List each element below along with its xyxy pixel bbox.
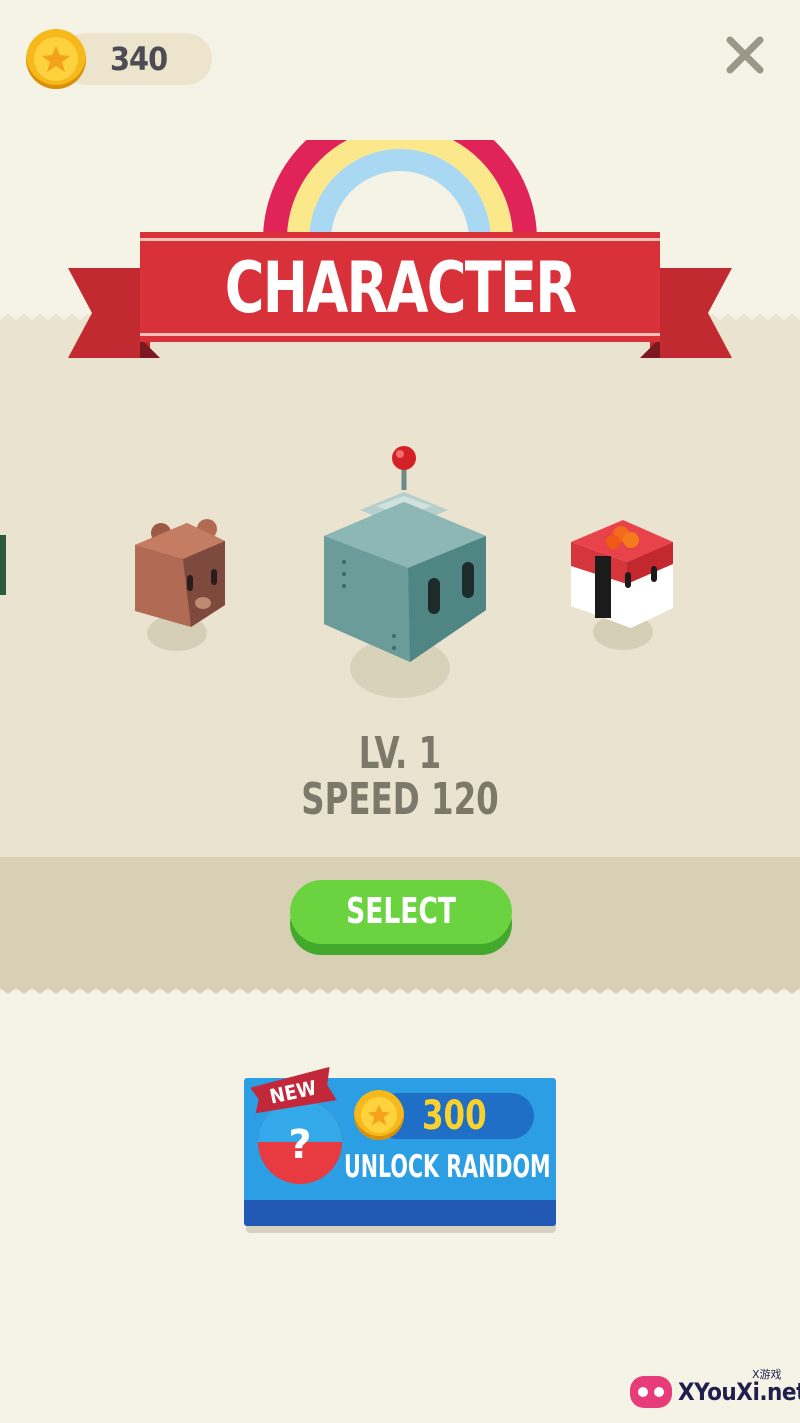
select-button-label: SELECT (346, 891, 456, 932)
coin-icon (26, 29, 86, 89)
select-button[interactable]: SELECT (290, 880, 512, 944)
unlock-label: UNLOCK RANDOM (344, 1149, 551, 1185)
close-icon[interactable] (720, 30, 770, 80)
sushi-character-icon[interactable] (565, 512, 680, 660)
coin-icon (354, 1090, 404, 1140)
character-level: LV. 1 (358, 728, 442, 779)
zigzag-bottom-edge (0, 982, 800, 994)
green-block-character-icon[interactable] (0, 535, 6, 595)
watermark-text: XYouXi.net (678, 1378, 800, 1406)
character-speed: SPEED 120 (301, 774, 499, 825)
unlock-button-base (244, 1200, 556, 1226)
unlock-cost: 300 (422, 1093, 487, 1139)
svg-text:?: ? (288, 1122, 311, 1168)
robot-character-icon[interactable] (310, 440, 500, 710)
bear-character-icon[interactable] (125, 515, 235, 660)
page-title: CHARACTER (224, 247, 577, 329)
watermark-logo-icon (630, 1376, 672, 1408)
coin-count: 340 (110, 40, 168, 78)
watermark-small-text: X游戏 (752, 1368, 782, 1381)
